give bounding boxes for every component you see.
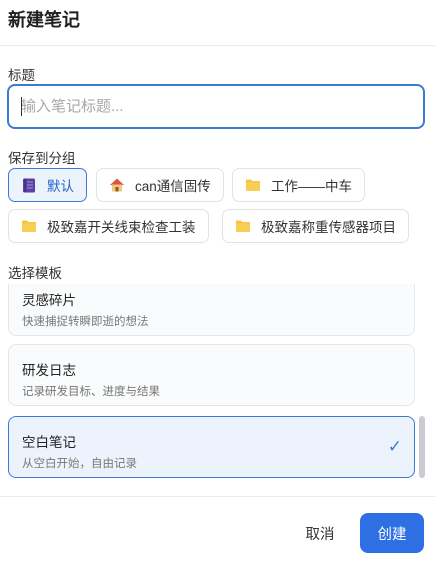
group-option-label: 默认	[47, 179, 74, 194]
group-option-can[interactable]: can通信固传	[96, 168, 224, 202]
title-input[interactable]	[9, 86, 423, 127]
text-caret	[21, 97, 22, 116]
template-desc: 从空白开始，自由记录	[22, 458, 137, 470]
template-card-inspiration[interactable]: 灵感碎片 快速捕捉转瞬即逝的想法	[8, 284, 415, 336]
group-option-harness[interactable]: 极致嘉开关线束检查工装	[8, 209, 209, 243]
folder-icon	[21, 218, 37, 234]
checkmark-icon: ✓	[387, 437, 402, 456]
folder-icon	[235, 218, 251, 234]
group-option-default[interactable]: 默认	[8, 168, 87, 202]
group-option-label: 极致嘉开关线束检查工装	[47, 220, 196, 235]
template-label: 选择模板	[8, 266, 62, 281]
template-name: 空白笔记	[22, 435, 76, 450]
group-option-label: 极致嘉称重传感器项目	[261, 220, 396, 235]
group-label: 保存到分组	[8, 151, 76, 166]
group-option-label: can通信固传	[135, 179, 211, 194]
title-input-wrapper[interactable]	[7, 84, 425, 129]
house-icon	[109, 177, 125, 193]
group-option-label: 工作——中车	[271, 179, 352, 194]
template-desc: 快速捕捉转瞬即逝的想法	[22, 316, 149, 328]
dialog-title: 新建笔记	[8, 10, 80, 30]
title-field-label: 标题	[8, 68, 35, 83]
cancel-button[interactable]: 取消	[290, 515, 350, 551]
group-option-sensor[interactable]: 极致嘉称重传感器项目	[222, 209, 409, 243]
template-name: 研发日志	[22, 363, 76, 378]
group-option-work[interactable]: 工作——中车	[232, 168, 365, 202]
template-scrollbar-thumb[interactable]	[419, 416, 425, 478]
template-name: 灵感碎片	[22, 293, 76, 308]
template-desc: 记录研发目标、进度与结果	[22, 386, 160, 398]
template-card-rd-log[interactable]: 研发日志 记录研发目标、进度与结果	[8, 344, 415, 406]
folder-icon	[245, 177, 261, 193]
create-button[interactable]: 创建	[360, 513, 424, 553]
template-card-blank[interactable]: 空白笔记 从空白开始，自由记录 ✓	[8, 416, 415, 478]
template-list[interactable]: 灵感碎片 快速捕捉转瞬即逝的想法 研发日志 记录研发目标、进度与结果 空白笔记 …	[0, 284, 435, 492]
dialog-header: 新建笔记	[0, 0, 435, 46]
notebook-icon	[21, 177, 37, 193]
